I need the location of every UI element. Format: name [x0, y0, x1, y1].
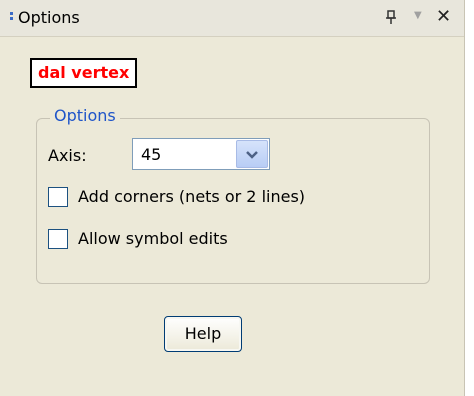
axis-select-value: 45	[141, 145, 162, 164]
allow-symbol-edits-checkbox[interactable]	[48, 229, 68, 249]
axis-label: Axis:	[48, 146, 87, 165]
options-group-legend: Options	[50, 106, 120, 125]
axis-select[interactable]: 45	[132, 138, 270, 170]
allow-symbol-edits-label[interactable]: Allow symbol edits	[78, 229, 228, 248]
help-button[interactable]: Help	[164, 316, 242, 352]
panel-title: Options	[18, 8, 80, 27]
command-name-label: dal vertex	[30, 58, 138, 88]
panel-titlebar[interactable]: Options ▼ ✕	[0, 0, 464, 37]
options-panel: Options ▼ ✕ dal vertex Options Axis: 45 …	[0, 0, 464, 396]
add-corners-checkbox[interactable]	[48, 187, 68, 207]
pin-icon[interactable]	[384, 9, 398, 25]
add-corners-label[interactable]: Add corners (nets or 2 lines)	[78, 187, 305, 206]
right-edge-strip	[464, 0, 474, 396]
close-icon[interactable]: ✕	[436, 6, 451, 27]
chevron-down-icon[interactable]	[236, 140, 268, 168]
dropdown-arrow-icon[interactable]: ▼	[414, 10, 422, 21]
drag-grip-icon[interactable]	[10, 12, 13, 24]
